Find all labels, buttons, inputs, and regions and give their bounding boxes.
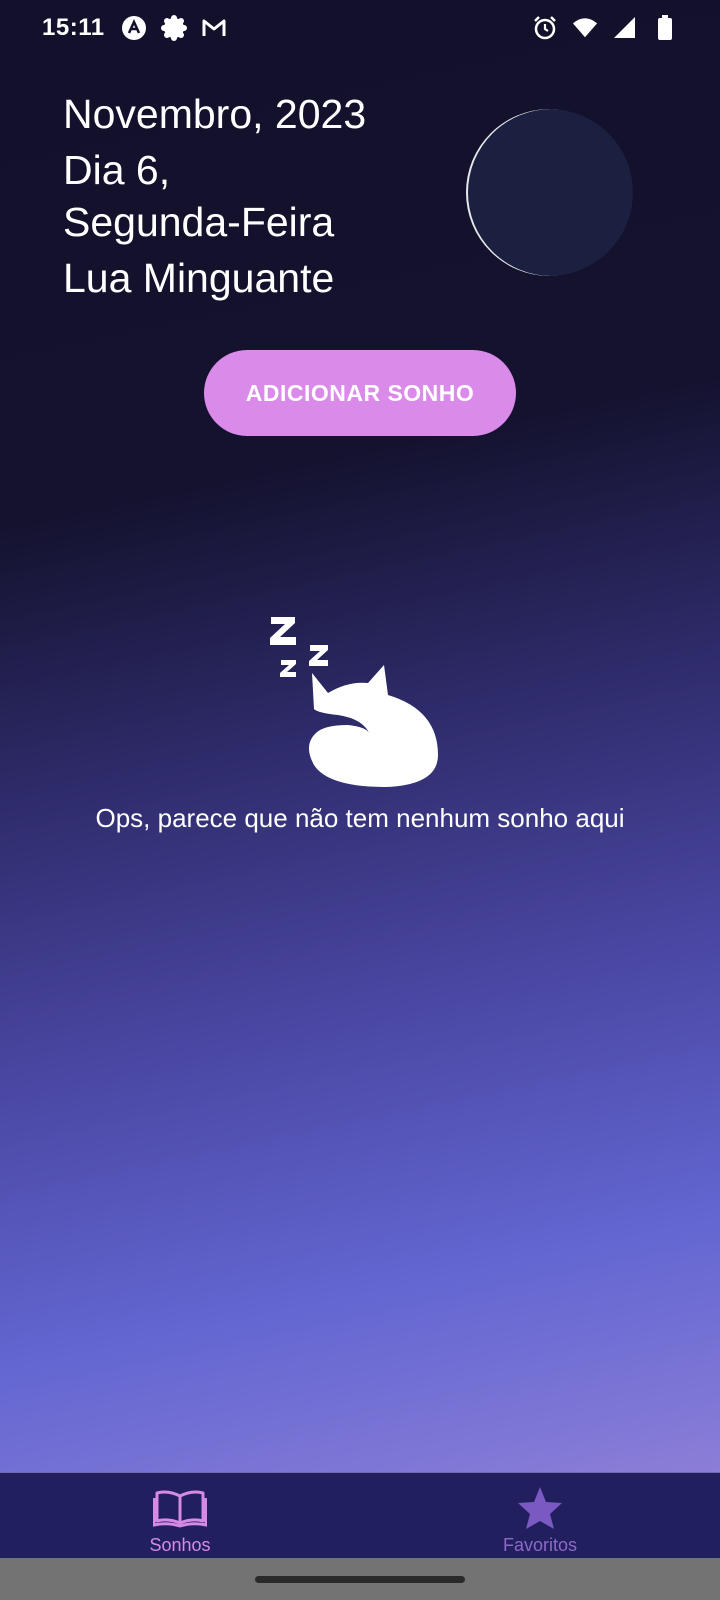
moon-phase-label: Lua Minguante [63,255,335,301]
empty-state-message: Ops, parece que não tem nenhum sonho aqu… [95,803,625,833]
battery-icon [652,15,678,41]
alarm-icon [532,15,558,41]
status-notification-icons [121,15,227,41]
home-gesture-handle[interactable] [255,1576,465,1583]
book-icon [152,1483,208,1533]
add-dream-button[interactable]: ADICIONAR SONHO [204,350,516,436]
bottom-navigation: Sonhos Favoritos [0,1472,720,1558]
system-gesture-bar [0,1558,720,1600]
day-label: Dia 6, [63,147,171,193]
status-bar: 15:11 [0,0,720,56]
gmail-icon [201,15,227,41]
status-time: 15:11 [42,14,105,41]
month-year-label: Novembro, 2023 [63,91,367,137]
settings-notification-icon [160,15,187,41]
wifi-icon [572,15,598,41]
weekday-label: Segunda-Feira [63,199,335,245]
status-system-icons [532,15,678,41]
app-notification-icon [121,15,147,41]
star-icon [512,1483,568,1533]
nav-item-favoritos[interactable]: Favoritos [360,1473,720,1558]
signal-icon [612,15,638,41]
nav-item-sonhos[interactable]: Sonhos [0,1473,360,1558]
date-header: Novembro, 2023 Dia 6, Segunda-Feira Lua … [63,88,366,304]
moon-phase-icon [466,109,633,276]
nav-label-sonhos: Sonhos [149,1535,211,1555]
sleeping-cat-icon [268,615,454,801]
nav-label-favoritos: Favoritos [502,1535,578,1555]
